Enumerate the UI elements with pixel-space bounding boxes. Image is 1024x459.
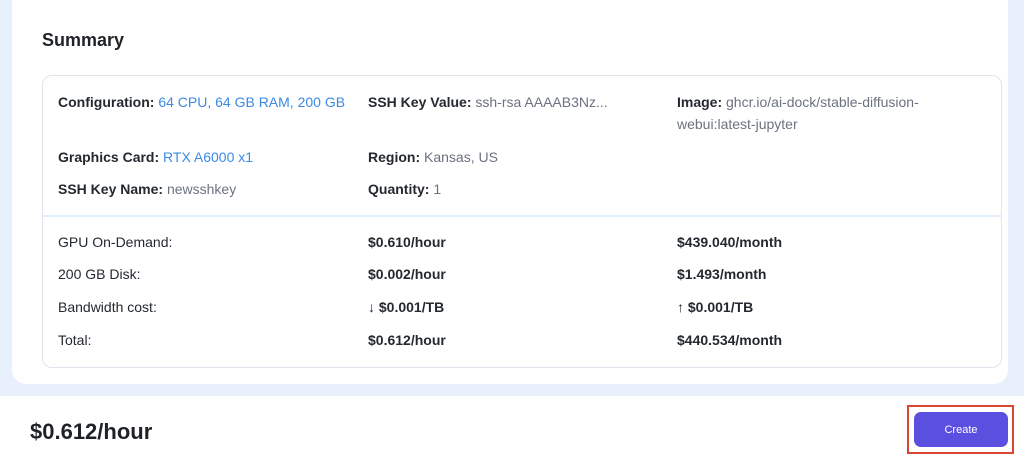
configuration-label: Configuration: xyxy=(58,94,155,110)
price-row-bandwidth-download: ↓ $0.001/TB xyxy=(368,299,445,315)
configuration-field: Configuration: 64 CPU, 64 GB RAM, 200 GB xyxy=(58,91,345,113)
ssh-key-value: ssh-rsa AAAAB3Nz... xyxy=(475,94,608,110)
price-row-disk-label: 200 GB Disk: xyxy=(58,266,141,282)
price-row-gpu-monthly: $439.040/month xyxy=(677,234,783,250)
price-row-total-hourly: $0.612/hour xyxy=(368,332,446,348)
ssh-key-name-value: newsshkey xyxy=(166,181,237,197)
summary-card: Summary Configuration: 64 CPU, 64 GB RAM… xyxy=(12,0,1008,384)
quantity-field: Quantity: 1 xyxy=(368,178,441,200)
ssh-key-name-field: SSH Key Name: newsshkey xyxy=(58,178,236,200)
graphics-card-label: Graphics Card: xyxy=(58,149,160,165)
image-label: Image: xyxy=(677,94,723,110)
footer-bar xyxy=(0,396,1024,459)
region-field: Region: Kansas, US xyxy=(368,146,498,168)
configuration-value: 64 CPU, 64 GB RAM, 200 GB xyxy=(158,94,346,110)
footer-total-price: $0.612/hour xyxy=(30,419,153,444)
graphics-card-field: Graphics Card: RTX A6000 x1 xyxy=(58,146,253,168)
quantity-label: Quantity: xyxy=(368,181,430,197)
ssh-key-value-field: SSH Key Value: ssh-rsa AAAAB3Nz... xyxy=(368,91,608,113)
summary-title: Summary xyxy=(42,30,125,50)
quantity-value: 1 xyxy=(433,181,442,197)
summary-divider xyxy=(43,215,1001,217)
price-row-disk-hourly: $0.002/hour xyxy=(368,266,446,282)
region-label: Region: xyxy=(368,149,421,165)
graphics-card-value: RTX A6000 x1 xyxy=(163,149,254,165)
price-row-total-monthly: $440.534/month xyxy=(677,332,783,348)
price-row-gpu-label: GPU On-Demand: xyxy=(58,234,173,250)
image-value-line1: ghcr.io/ai-dock/stable-diffusion- xyxy=(726,94,919,110)
image-field: Image: ghcr.io/ai-dock/stable-diffusion-… xyxy=(677,91,977,135)
price-row-gpu-hourly: $0.610/hour xyxy=(368,234,446,250)
image-value-line2: webui:latest-jupyter xyxy=(677,116,798,132)
price-row-disk-monthly: $1.493/month xyxy=(677,266,767,282)
summary-box: Configuration: 64 CPU, 64 GB RAM, 200 GB… xyxy=(42,75,1002,368)
price-row-total-label: Total: xyxy=(58,332,92,348)
price-row-bandwidth-upload: ↑ $0.001/TB xyxy=(677,299,754,315)
region-value: Kansas, US xyxy=(424,149,498,165)
price-row-bandwidth-label: Bandwidth cost: xyxy=(58,299,157,315)
ssh-key-name-label: SSH Key Name: xyxy=(58,181,164,197)
ssh-key-value-label: SSH Key Value: xyxy=(368,94,472,110)
create-button[interactable]: Create xyxy=(914,412,1008,447)
